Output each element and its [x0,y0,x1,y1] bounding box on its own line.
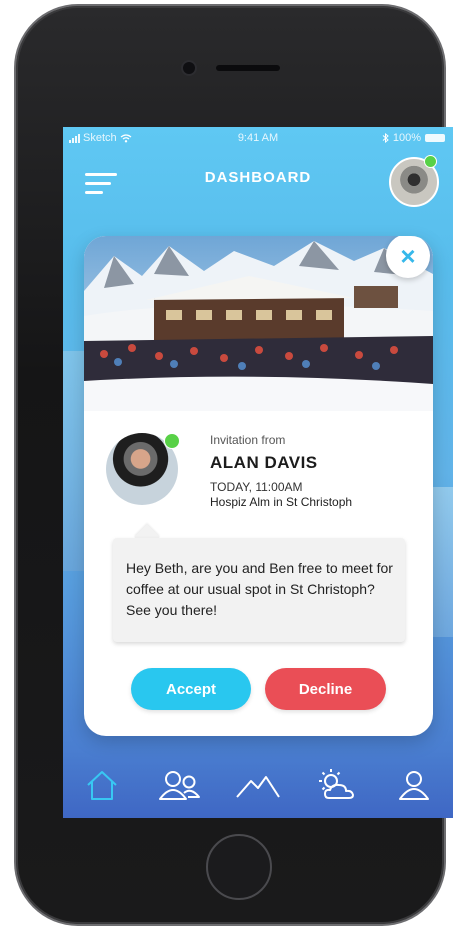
tab-bar [63,752,453,818]
speaker [216,65,280,71]
mountain-icon [236,776,280,798]
event-time: TODAY, 11:00AM [210,480,303,494]
invitation-label: Invitation from [210,433,286,447]
profile-icon [399,771,429,800]
close-button[interactable]: × [386,236,430,278]
accept-button[interactable]: Accept [131,668,251,710]
battery-info: 100% [382,132,445,144]
tab-mountain[interactable] [234,761,282,809]
camera [183,62,195,74]
battery-label: 100% [392,132,421,144]
app-screen: Sketch 9:41 AM 100% DASHBOARD × Invitati… [63,127,453,818]
close-icon: × [400,241,416,271]
weather-icon [319,769,354,799]
invitation-card: × Invitation from ALAN DAVIS TODAY, 11:0… [84,236,433,736]
message-bubble: Hey Beth, are you and Ben free to meet f… [113,538,405,642]
message-text: Hey Beth, are you and Ben free to meet f… [126,560,393,618]
battery-icon [425,134,445,142]
decline-button[interactable]: Decline [265,668,386,710]
ski-lodge-photo [84,236,433,411]
status-bar: Sketch 9:41 AM 100% [63,127,453,147]
online-indicator [424,155,437,168]
home-icon [87,771,117,800]
sender-online-indicator [164,433,180,449]
home-button[interactable] [206,834,272,900]
tab-weather[interactable] [312,761,360,809]
bluetooth-icon [382,133,389,143]
tab-friends[interactable] [156,761,204,809]
event-location: Hospiz Alm in St Christoph [210,495,353,509]
tab-home[interactable] [78,761,126,809]
friends-icon [159,771,200,800]
sender-name: ALAN DAVIS [210,453,318,472]
phone-frame: Sketch 9:41 AM 100% DASHBOARD × Invitati… [16,6,453,924]
tab-profile[interactable] [390,761,438,809]
